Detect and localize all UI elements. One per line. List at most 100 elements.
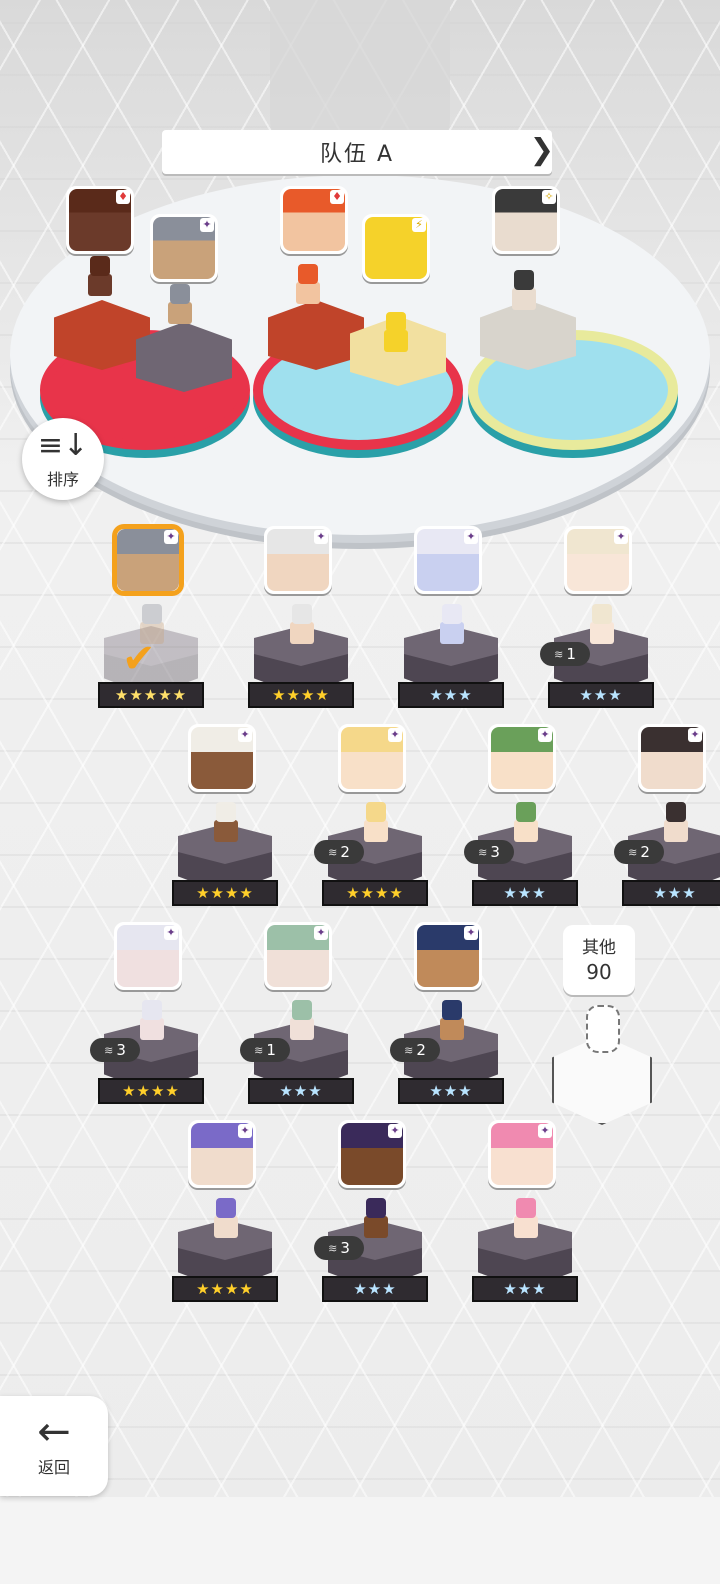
dark-element-icon: ✦ bbox=[314, 530, 328, 544]
roster-hero-card[interactable]: ✦ ★★★ ≋ 1 bbox=[240, 922, 356, 1112]
team-name: 队伍 A bbox=[319, 142, 395, 167]
hero-sprite bbox=[584, 604, 620, 648]
team-member-sprite[interactable] bbox=[290, 264, 326, 308]
team-member-portrait[interactable]: ✦ bbox=[150, 214, 218, 282]
layers-icon: ≋ bbox=[254, 1043, 264, 1057]
layers-icon: ≋ bbox=[328, 845, 338, 859]
team-member-portrait[interactable]: ♦ bbox=[280, 186, 348, 254]
sprite-body bbox=[514, 1216, 538, 1238]
hero-portrait: ✦ bbox=[188, 724, 256, 792]
hero-sprite bbox=[434, 1000, 470, 1044]
roster-hero-card[interactable]: ✦ ✔ ★★★★★ bbox=[98, 526, 206, 716]
sprite-head bbox=[516, 1198, 536, 1218]
sprite-head bbox=[216, 1198, 236, 1218]
star-rating: ★★★★ bbox=[172, 1276, 278, 1302]
team-member-portrait[interactable]: ✧ bbox=[492, 186, 560, 254]
hero-portrait: ✦ bbox=[188, 1120, 256, 1188]
next-team-arrow[interactable]: ❯ bbox=[530, 126, 554, 176]
others-tooltip[interactable]: 其他 90 bbox=[563, 925, 635, 995]
layers-icon: ≋ bbox=[328, 1241, 338, 1255]
team-member-sprite[interactable] bbox=[82, 256, 118, 300]
dark-element-icon: ✦ bbox=[238, 1124, 252, 1138]
team-member-portrait[interactable]: ⚡ bbox=[362, 214, 430, 282]
roster-hero-card[interactable]: ✦ ★★★★ bbox=[172, 1120, 280, 1310]
dark-element-icon: ✦ bbox=[164, 530, 178, 544]
sprite-head bbox=[292, 1000, 312, 1020]
duplicate-count: 2 bbox=[640, 843, 650, 861]
hero-portrait: ✦ bbox=[488, 1120, 556, 1188]
sprite-body bbox=[364, 820, 388, 842]
sprite-body bbox=[296, 282, 320, 304]
sprite-body bbox=[512, 288, 536, 310]
bottom-strip bbox=[0, 1497, 720, 1584]
team-name-bar: 队伍 A bbox=[162, 130, 552, 174]
roster-hero-card[interactable]: ✦ ★★★★ ≋ 2 bbox=[314, 724, 430, 914]
back-button[interactable]: ← 返回 bbox=[0, 1396, 108, 1496]
sprite-head bbox=[514, 270, 534, 290]
hero-portrait: ✦ bbox=[338, 724, 406, 792]
hero-sprite bbox=[358, 1198, 394, 1242]
sprite-head bbox=[386, 312, 406, 332]
temple-arch bbox=[270, 0, 450, 150]
team-member-sprite[interactable] bbox=[506, 270, 542, 314]
sprite-body bbox=[664, 820, 688, 842]
star-rating: ★★★★ bbox=[248, 682, 354, 708]
others-placeholder-pedestal[interactable] bbox=[552, 1005, 652, 1125]
sprite-body bbox=[140, 1018, 164, 1040]
star-rating: ★★★★ bbox=[322, 880, 428, 906]
sort-button[interactable]: ≡↓ 排序 bbox=[22, 418, 104, 500]
sprite-head bbox=[592, 604, 612, 624]
hero-portrait: ✦ bbox=[264, 526, 332, 594]
roster-hero-card[interactable]: ✦ ★★★★ ≋ 3 bbox=[90, 922, 206, 1112]
roster-hero-card[interactable]: ✦ ★★★ ≋ 1 bbox=[540, 526, 656, 716]
dark-element-icon: ✦ bbox=[614, 530, 628, 544]
dark-element-icon: ✦ bbox=[538, 1124, 552, 1138]
star-rating: ★★★ bbox=[472, 1276, 578, 1302]
hero-portrait: ✦ bbox=[414, 526, 482, 594]
layers-icon: ≋ bbox=[478, 845, 488, 859]
star-rating: ★★★ bbox=[472, 880, 578, 906]
star-rating: ★★★ bbox=[398, 682, 504, 708]
sprite-body bbox=[440, 1018, 464, 1040]
duplicate-count-badge: ≋ 1 bbox=[240, 1038, 290, 1062]
dark-element-icon: ✦ bbox=[464, 530, 478, 544]
sprite-head bbox=[516, 802, 536, 822]
star-rating: ★★★★ bbox=[98, 1078, 204, 1104]
sprite-body bbox=[364, 1216, 388, 1238]
sprite-head bbox=[442, 604, 462, 624]
sprite-head bbox=[170, 284, 190, 304]
sprite-head bbox=[366, 802, 386, 822]
team-member-portrait[interactable]: ♦ bbox=[66, 186, 134, 254]
sprite-head bbox=[292, 604, 312, 624]
duplicate-count: 3 bbox=[490, 843, 500, 861]
duplicate-count-badge: ≋ 3 bbox=[464, 840, 514, 864]
roster-hero-card[interactable]: ✦ ★★★ ≋ 3 bbox=[464, 724, 580, 914]
sprite-body bbox=[168, 302, 192, 324]
hero-sprite bbox=[358, 802, 394, 846]
roster-hero-card[interactable]: ✦ ★★★ ≋ 3 bbox=[314, 1120, 430, 1310]
back-label: 返回 bbox=[37, 1458, 70, 1477]
light-element-icon: ⚡ bbox=[412, 218, 426, 232]
fire-element-icon: ♦ bbox=[116, 190, 130, 204]
duplicate-count: 1 bbox=[566, 645, 576, 663]
others-count: 90 bbox=[586, 960, 612, 984]
hero-portrait: ✦ bbox=[114, 922, 182, 990]
roster-hero-card[interactable]: ✦ ★★★ ≋ 2 bbox=[390, 922, 506, 1112]
star-rating: ★★★ bbox=[548, 682, 654, 708]
duplicate-count-badge: ≋ 2 bbox=[390, 1038, 440, 1062]
roster-hero-card[interactable]: ✦ ★★★ ≋ 2 bbox=[614, 724, 720, 914]
roster-hero-card[interactable]: ✦ ★★★★ bbox=[248, 526, 356, 716]
sort-label: 排序 bbox=[46, 470, 79, 489]
hero-portrait: ✦ bbox=[264, 922, 332, 990]
sprite-body bbox=[214, 820, 238, 842]
hero-sprite bbox=[208, 1198, 244, 1242]
team-member-sprite[interactable] bbox=[162, 284, 198, 328]
team-member-sprite[interactable] bbox=[378, 312, 414, 356]
roster-hero-card[interactable]: ✦ ★★★★ bbox=[172, 724, 280, 914]
duplicate-count: 1 bbox=[266, 1041, 276, 1059]
roster-hero-card[interactable]: ✦ ★★★ bbox=[472, 1120, 580, 1310]
ghost-silhouette-icon bbox=[586, 1005, 620, 1053]
star-rating: ★★★ bbox=[322, 1276, 428, 1302]
roster-hero-card[interactable]: ✦ ★★★ bbox=[398, 526, 506, 716]
sprite-body bbox=[214, 1216, 238, 1238]
